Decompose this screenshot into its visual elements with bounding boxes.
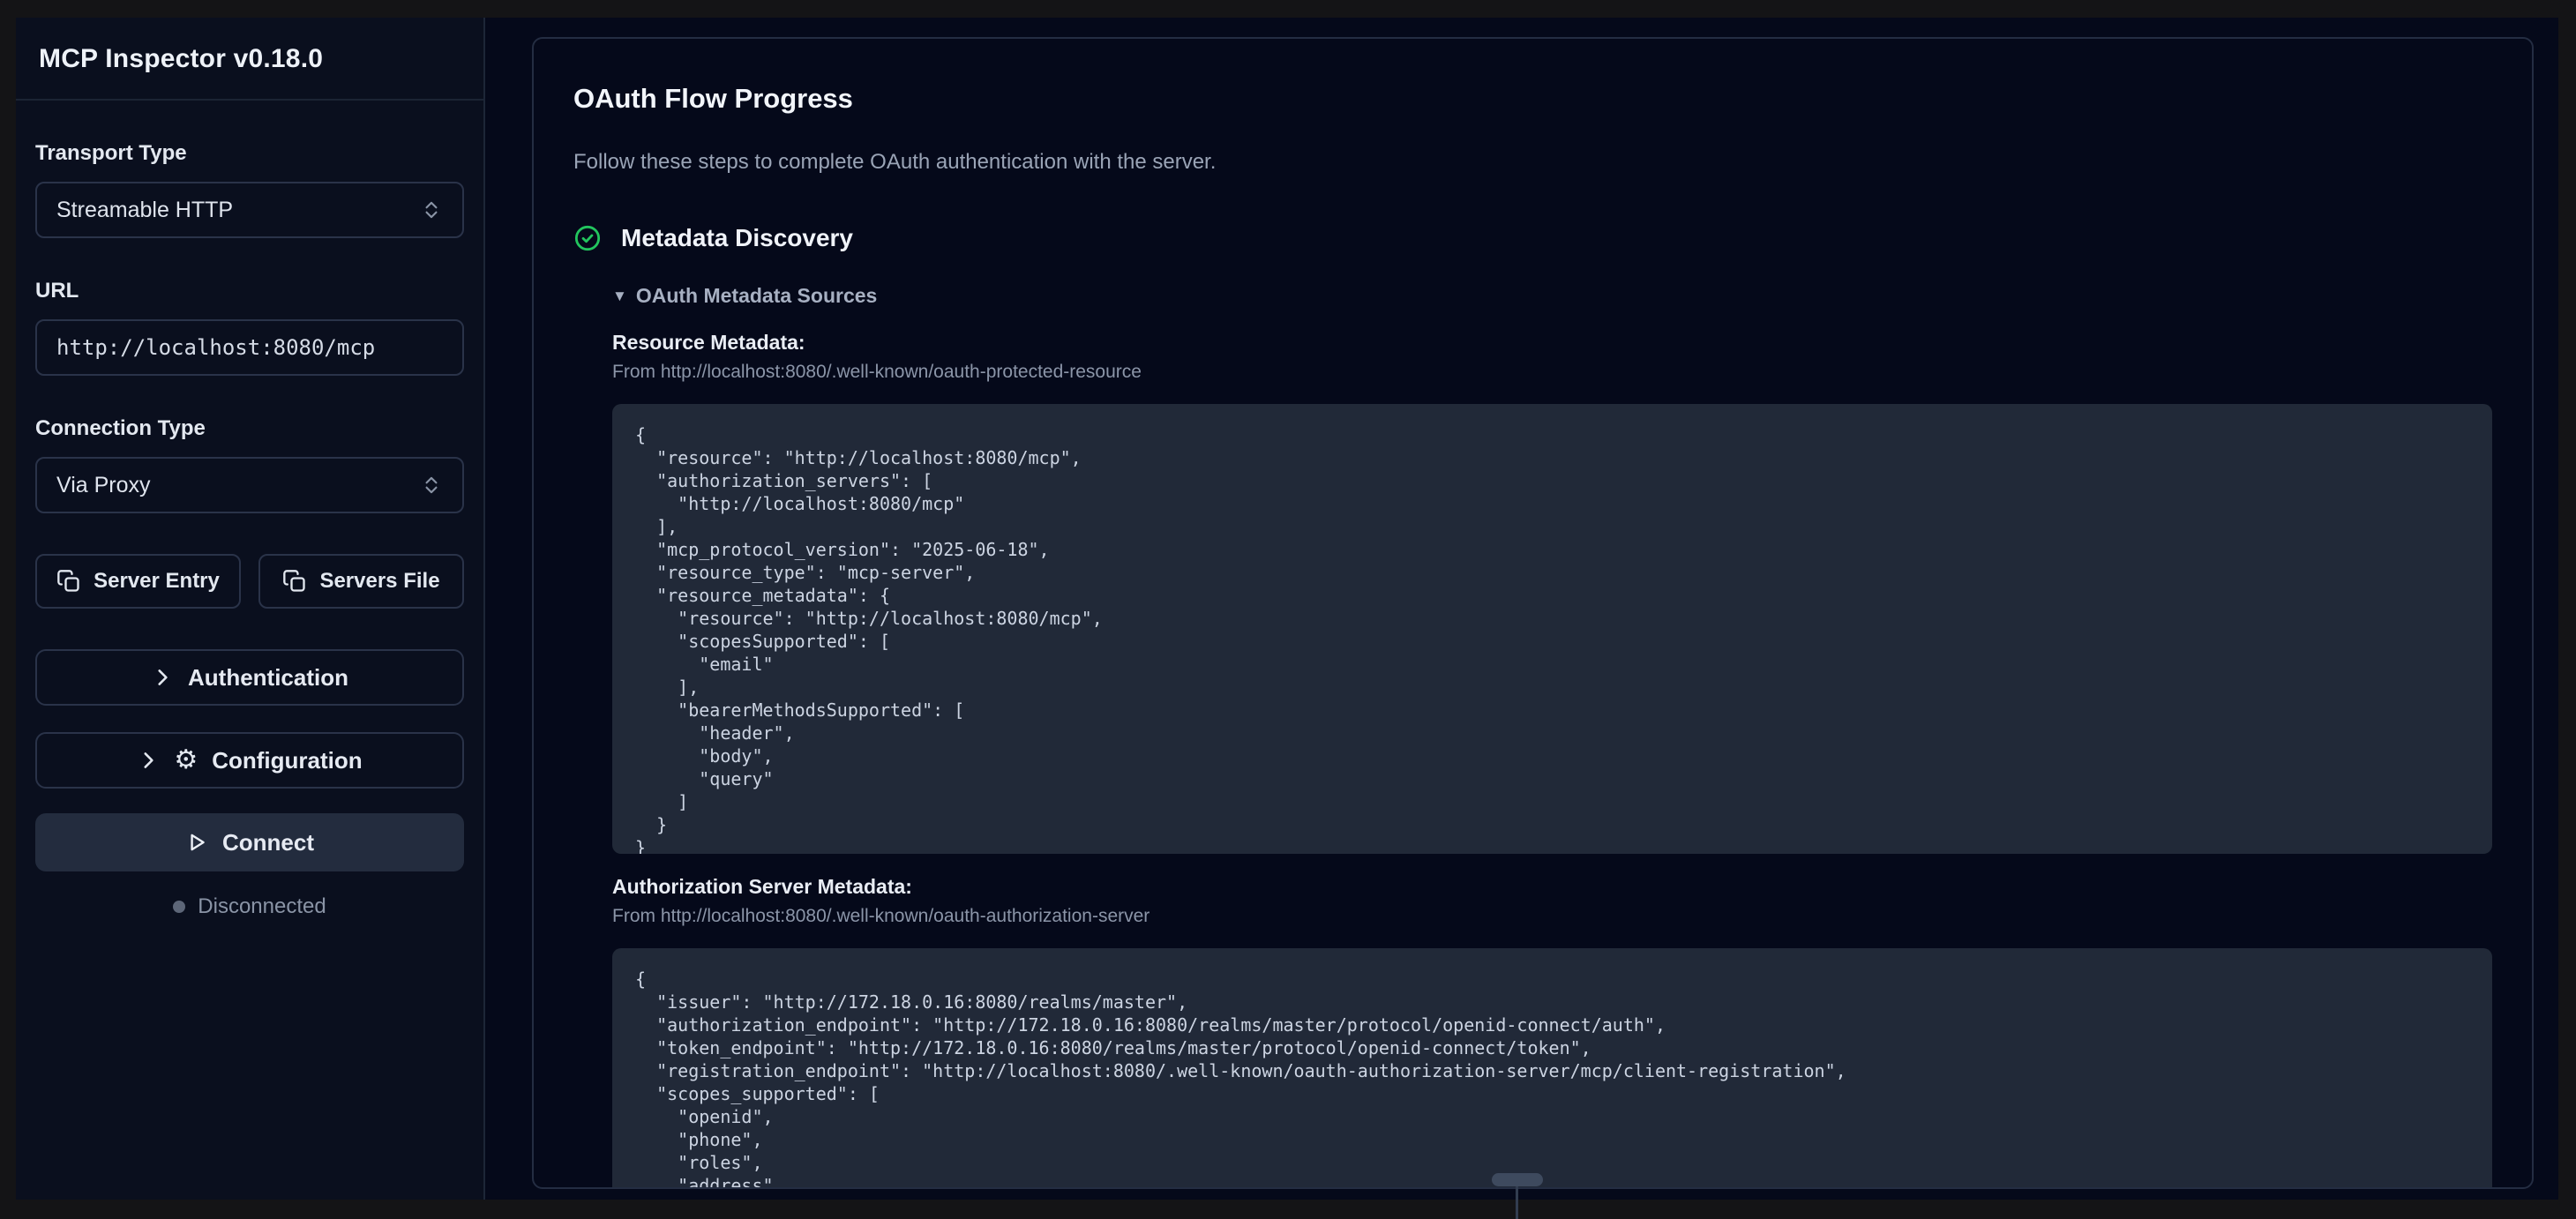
servers-file-button[interactable]: Servers File (258, 554, 464, 609)
copy-icon (282, 569, 307, 594)
connection-type-label: Connection Type (35, 416, 464, 441)
app-title: MCP Inspector v0.18.0 (39, 44, 461, 74)
auth-server-metadata-code[interactable]: { "issuer": "http://172.18.0.16:8080/rea… (612, 948, 2492, 1189)
triangle-down-icon: ▼ (612, 288, 627, 305)
resource-metadata-source: From http://localhost:8080/.well-known/o… (612, 362, 2492, 383)
authentication-label: Authentication (188, 664, 348, 692)
auth-server-metadata-source: From http://localhost:8080/.well-known/o… (612, 906, 2492, 927)
sidebar-body: Transport Type Streamable HTTP URL Conne… (16, 101, 483, 919)
select-chevrons-icon (420, 474, 443, 497)
sidebar: MCP Inspector v0.18.0 Transport Type Str… (16, 18, 485, 1200)
configuration-toggle[interactable]: ⚙ Configuration (35, 732, 464, 789)
copy-buttons-row: Server Entry Servers File (35, 554, 464, 609)
panel-resize-handle[interactable] (1492, 1173, 1543, 1186)
connection-type-value: Via Proxy (56, 473, 151, 498)
chevron-right-icon (137, 749, 160, 772)
status-dot-icon (173, 901, 185, 913)
app-window: MCP Inspector v0.18.0 Transport Type Str… (16, 18, 2558, 1200)
url-label: URL (35, 279, 464, 303)
oauth-metadata-sources-toggle[interactable]: ▼ OAuth Metadata Sources (612, 284, 2492, 308)
servers-file-label: Servers File (319, 569, 439, 594)
transport-type-label: Transport Type (35, 141, 464, 166)
step-metadata-discovery: Metadata Discovery (573, 224, 2492, 252)
resource-metadata-heading: Resource Metadata: (612, 331, 2492, 355)
configuration-label: Configuration (212, 747, 362, 774)
authentication-toggle[interactable]: Authentication (35, 649, 464, 706)
play-icon (185, 831, 208, 854)
transport-type-select[interactable]: Streamable HTTP (35, 182, 464, 238)
panel-resize-line (1516, 1184, 1518, 1219)
page-subtitle: Follow these steps to complete OAuth aut… (573, 150, 2492, 175)
resource-metadata-code[interactable]: { "resource": "http://localhost:8080/mcp… (612, 404, 2492, 854)
connect-label: Connect (222, 829, 314, 856)
gear-icon: ⚙ (174, 747, 198, 774)
auth-server-metadata-heading: Authorization Server Metadata: (612, 875, 2492, 899)
select-chevrons-icon (420, 198, 443, 221)
step-title: Metadata Discovery (621, 224, 853, 252)
chevron-right-icon (151, 666, 174, 689)
status-text: Disconnected (198, 894, 326, 919)
connection-type-select[interactable]: Via Proxy (35, 457, 464, 513)
main-panel: OAuth Flow Progress Follow these steps t… (487, 18, 2558, 1200)
page-title: OAuth Flow Progress (573, 83, 2492, 115)
sidebar-header: MCP Inspector v0.18.0 (16, 18, 483, 101)
sources-toggle-label: OAuth Metadata Sources (636, 284, 878, 308)
url-input[interactable] (35, 319, 464, 376)
copy-icon (56, 569, 81, 594)
connect-button[interactable]: Connect (35, 813, 464, 871)
step-content: ▼ OAuth Metadata Sources Resource Metada… (612, 284, 2492, 1189)
server-entry-label: Server Entry (94, 569, 220, 594)
transport-type-value: Streamable HTTP (56, 198, 233, 223)
connection-status: Disconnected (35, 894, 464, 919)
check-circle-icon (573, 224, 602, 252)
oauth-flow-card: OAuth Flow Progress Follow these steps t… (532, 37, 2534, 1189)
server-entry-button[interactable]: Server Entry (35, 554, 241, 609)
